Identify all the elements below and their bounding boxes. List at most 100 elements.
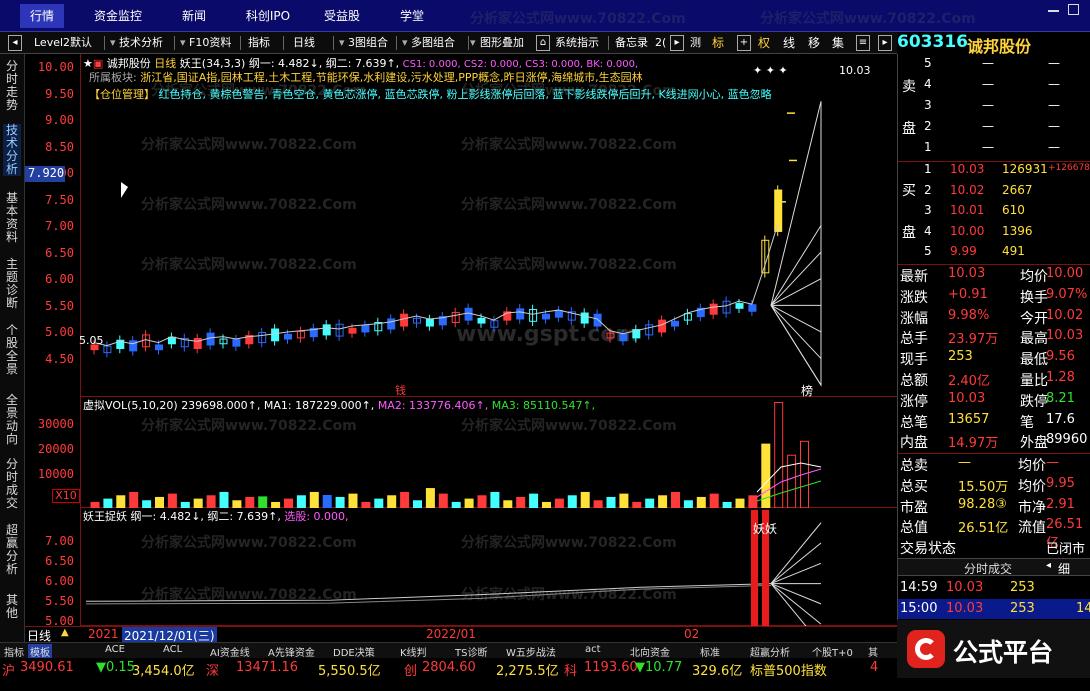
trade-extra: 14 <box>1076 601 1090 616</box>
axis-tick-label: 10000 <box>37 467 74 481</box>
toolbar-daily[interactable]: 日线 <box>293 34 315 52</box>
sell-level: 5 <box>924 56 932 70</box>
side-tab-basic[interactable]: 基本资料 <box>3 192 21 244</box>
nav-indicator[interactable]: 指标 <box>4 644 24 659</box>
nav-dde[interactable]: DDE决策 <box>333 644 375 659</box>
buy-label: 买 <box>902 183 916 199</box>
nav-t0[interactable]: 个股T+0 <box>812 644 853 659</box>
toolbar-system[interactable]: 系统指示 <box>555 34 599 52</box>
buy-volume: 2667 <box>1002 182 1033 197</box>
volume-bar <box>413 500 422 508</box>
side-tab-timeshare[interactable]: 分时走势 <box>3 60 21 112</box>
volume-bar <box>400 491 410 508</box>
candlestick <box>516 308 525 320</box>
toolbar-move[interactable]: 移 <box>808 34 820 52</box>
toolbar-measure[interactable]: 测 <box>690 34 701 52</box>
next-icon[interactable]: ▸ <box>670 35 684 51</box>
axis-tick-label: 6.00 <box>45 272 74 286</box>
stock-code: 603316 <box>897 32 968 52</box>
nav-ace[interactable]: ACE <box>105 644 125 655</box>
tab-star-ipo[interactable]: 科创IPO <box>240 4 296 28</box>
mark-top: ✦ ✦ ✦ <box>753 64 788 77</box>
nav-super[interactable]: 超赢分析 <box>750 644 790 659</box>
side-tab-diagnosis[interactable]: 主题诊断 <box>3 258 21 310</box>
tab-academy[interactable]: 学堂 <box>390 4 434 28</box>
toolbar-level2[interactable]: Level2默认 <box>34 34 92 52</box>
candlestick <box>258 332 267 344</box>
nav-kline[interactable]: K线判 <box>400 644 427 659</box>
volume-bar <box>284 498 293 508</box>
toolbar-mark[interactable]: 标 <box>712 34 724 52</box>
quote-value: 26.51亿 <box>958 521 1009 537</box>
tab-quotes[interactable]: 行情 <box>20 4 64 28</box>
toolbar-indicator[interactable]: 指标 <box>248 34 270 52</box>
toolbar-rights[interactable]: 权 <box>758 34 770 52</box>
watermark: 分析家公式网www.70822.Com <box>470 11 686 27</box>
axis-tick-label: 7.00 <box>45 219 74 233</box>
toolbar-tech-analysis[interactable]: 技术分析 <box>119 34 163 52</box>
nav-ai-fund[interactable]: AI资金线 <box>210 644 250 659</box>
quote-value: — <box>1046 455 1059 470</box>
tab-beneficiary[interactable]: 受益股 <box>316 4 368 28</box>
lock-icon[interactable]: ⌂ <box>536 35 550 51</box>
nav-more[interactable]: 其 <box>868 644 878 659</box>
side-tab-panorama[interactable]: 个股全景 <box>3 324 21 376</box>
quote-label: 均价 <box>1020 269 1048 285</box>
candlestick <box>167 336 176 345</box>
side-tab-super[interactable]: 超赢分析 <box>3 524 21 576</box>
nav-template[interactable]: 模板 <box>28 644 52 659</box>
candlestick <box>658 319 667 333</box>
buy-level: 1 <box>924 162 932 176</box>
tab-news[interactable]: 新闻 <box>172 4 216 28</box>
volume-chart[interactable] <box>81 397 898 508</box>
buy-volume: 126931 <box>1002 162 1048 176</box>
toolbar-3chart[interactable]: 3图组合 <box>348 34 388 52</box>
expand-icon[interactable]: ▸ <box>878 35 892 51</box>
candlestick-chart[interactable] <box>81 54 898 397</box>
nav-w5[interactable]: W五步战法 <box>506 644 556 659</box>
sell-level: 4 <box>924 77 932 91</box>
quote-value: 23.97万 <box>948 332 999 348</box>
logo-icon <box>907 630 945 668</box>
nav-northbound[interactable]: 北向资金 <box>630 644 670 659</box>
side-tab-dynamics[interactable]: 全景动向 <box>3 394 21 446</box>
period-box[interactable]: 日线 ▲ <box>25 626 80 643</box>
candlestick <box>735 303 744 309</box>
toolbar-overlay[interactable]: 图形叠加 <box>480 34 524 52</box>
nav-standard[interactable]: 标准 <box>700 644 720 659</box>
volume-bar <box>258 496 268 508</box>
sector-row: 所属板块: 浙江省,国证A指,园林工程,土木工程,节能环保,水利建设,污水处理,… <box>89 69 643 85</box>
nav-ts[interactable]: TS诊断 <box>455 644 487 659</box>
nav-acl[interactable]: ACL <box>163 644 182 655</box>
grid-icon[interactable]: + <box>737 35 751 51</box>
toolbar-line[interactable]: 线 <box>783 34 795 52</box>
ticker-kc-label: 科 <box>564 664 578 679</box>
candlestick <box>284 333 292 340</box>
envelope-line <box>93 224 779 347</box>
quote-label: 最高 <box>1020 331 1048 348</box>
volume-bar <box>232 500 242 508</box>
toolbar-collect[interactable]: 集 <box>832 34 844 52</box>
minimize-icon[interactable] <box>1048 10 1059 12</box>
maximize-icon[interactable] <box>1068 4 1079 15</box>
toolbar-memo[interactable]: 备忘录 <box>615 34 648 52</box>
trades-title[interactable]: 分时成交 <box>964 560 1012 577</box>
toolbar-multichart[interactable]: 多图组合 <box>411 34 455 52</box>
sell-label: 卖 <box>902 79 916 95</box>
quote-label: 内盘 <box>900 435 928 452</box>
quote-value: 98.28③ <box>958 496 1007 512</box>
nav-pioneer-fund[interactable]: A先锋资金 <box>268 644 315 659</box>
tab-fund-monitor[interactable]: 资金监控 <box>88 4 148 28</box>
axis-tick-label: 6.50 <box>45 245 74 260</box>
volume-bar <box>696 496 706 508</box>
prev-icon[interactable]: ◂ <box>8 35 22 51</box>
quote-value: 10.00 <box>1046 266 1084 281</box>
buy-volume: 491 <box>1002 244 1025 258</box>
side-tab-tech[interactable]: 技术分析 <box>3 124 21 176</box>
trades-detail-button[interactable]: 细 <box>1058 560 1070 577</box>
toolbar-f10[interactable]: F10资料 <box>189 34 231 52</box>
side-tab-other[interactable]: 其他 <box>3 594 21 620</box>
side-tab-trades[interactable]: 分时成交 <box>3 458 21 510</box>
list-icon[interactable]: ≡ <box>856 35 870 51</box>
nav-act[interactable]: act <box>585 644 601 655</box>
